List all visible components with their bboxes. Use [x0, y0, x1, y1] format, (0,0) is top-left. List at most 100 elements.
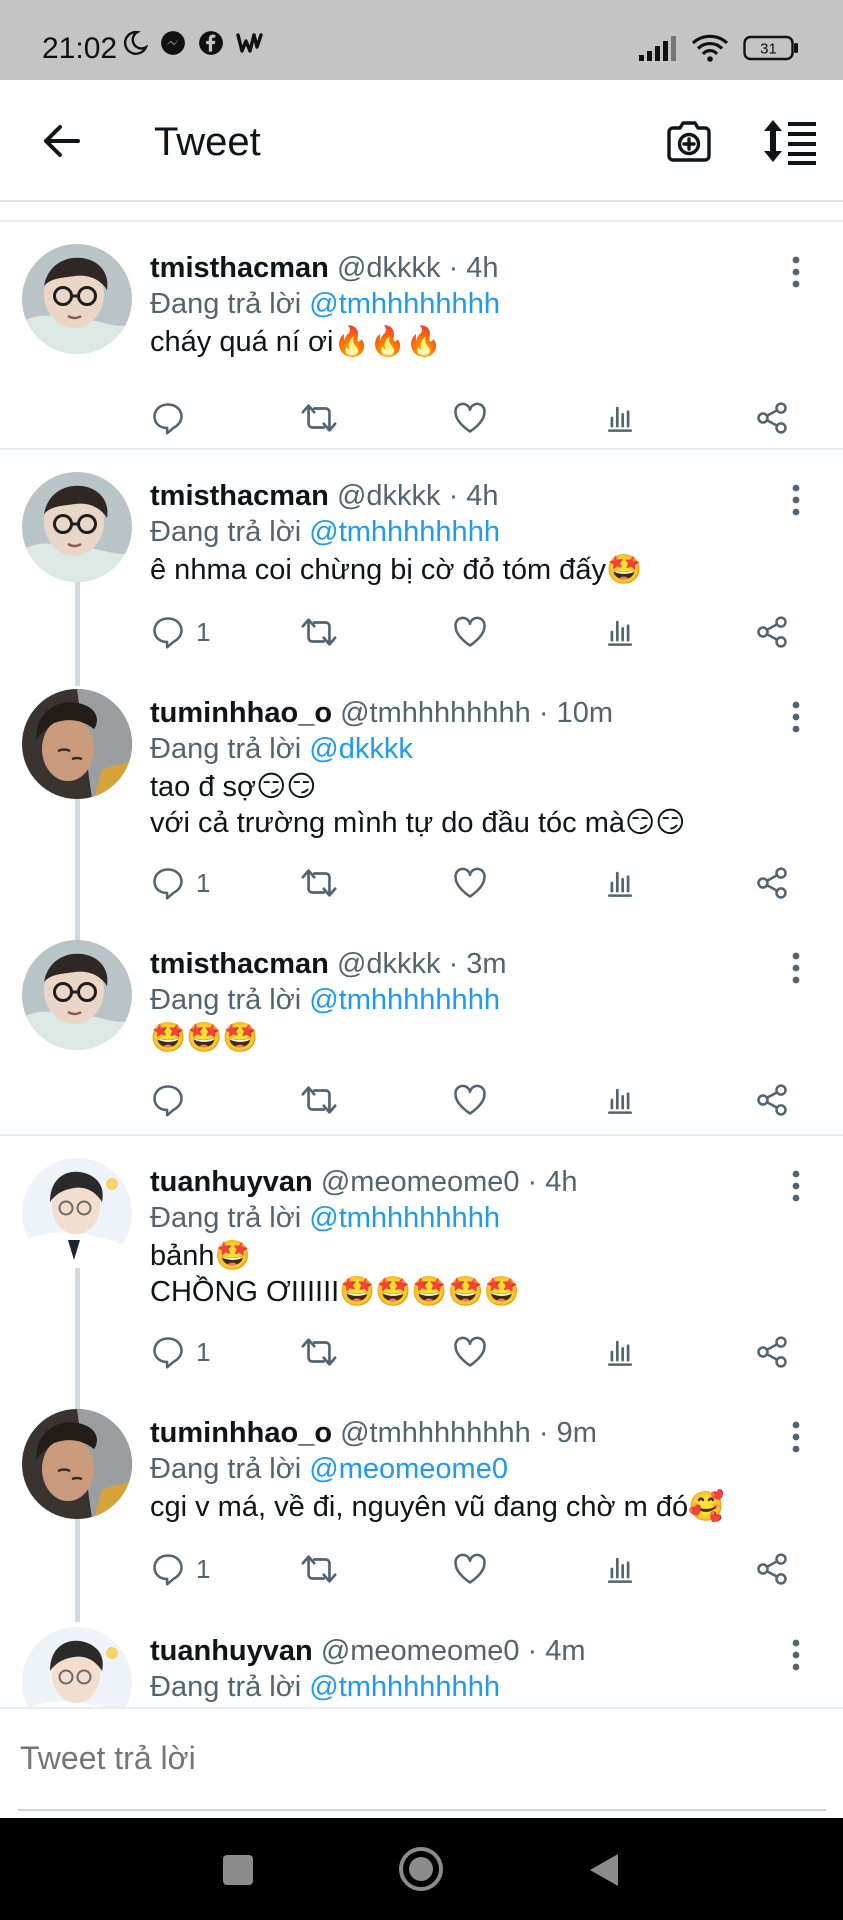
author-name[interactable]: tuminhhao_o	[150, 697, 332, 729]
reply-button[interactable]: 1	[150, 1332, 210, 1372]
like-button[interactable]	[452, 612, 488, 652]
reply-button[interactable]	[150, 1080, 196, 1120]
analytics-button[interactable]	[602, 863, 638, 903]
heart-icon	[452, 1082, 488, 1118]
tweet-header: tuanhuyvan @meomeome0 · 4m	[150, 1635, 586, 1668]
tweet-item[interactable]: tmisthacman @dkkkk · 3m Đang trả lời @tm…	[0, 918, 843, 1136]
more-options-icon[interactable]	[784, 1168, 808, 1204]
tweet-text: cgi v má, về đi, nguyên vũ đang chờ m đó…	[150, 1491, 725, 1523]
mention-link[interactable]: @tmhhhhhhhh	[309, 516, 500, 548]
sort-replies-icon[interactable]	[762, 116, 818, 166]
mention-link[interactable]: @tmhhhhhhhh	[309, 288, 500, 320]
author-handle-time: @tmhhhhhhhh · 9m	[340, 1417, 597, 1449]
retweet-icon	[300, 1081, 338, 1119]
recents-square-icon[interactable]	[222, 1854, 254, 1886]
share-button[interactable]	[754, 1332, 790, 1372]
mention-link[interactable]: @tmhhhhhhhh	[309, 1202, 500, 1234]
avatar[interactable]	[22, 244, 132, 354]
reply-button[interactable]: 1	[150, 1549, 210, 1589]
author-name[interactable]: tuanhuyvan	[150, 1635, 313, 1667]
tweet-thread: tmisthacman @dkkkk · 4h Đang trả lời @tm…	[0, 202, 843, 1707]
more-options-icon[interactable]	[784, 1637, 808, 1673]
like-button[interactable]	[452, 863, 488, 903]
more-options-icon[interactable]	[784, 254, 808, 290]
mention-link[interactable]: @tmhhhhhhhh	[309, 1671, 500, 1703]
reply-count: 1	[196, 1336, 211, 1367]
mention-link[interactable]: @meomeome0	[309, 1453, 508, 1485]
retweet-button[interactable]	[300, 863, 338, 903]
tweet-header: tmisthacman @dkkkk · 3m	[150, 948, 507, 981]
replying-to-label: Đang trả lời	[150, 984, 302, 1016]
tweet-item[interactable]: tmisthacman @dkkkk · 4h Đang trả lời @tm…	[0, 450, 843, 667]
author-handle-time: @dkkkk · 3m	[336, 948, 507, 980]
share-button[interactable]	[754, 398, 790, 438]
tweet-actions: 1	[150, 863, 800, 903]
replying-to-label: Đang trả lời	[150, 733, 302, 765]
share-icon	[754, 400, 790, 436]
author-name[interactable]: tmisthacman	[150, 948, 329, 980]
tweet-actions: 1	[150, 612, 800, 652]
share-icon	[754, 1082, 790, 1118]
more-options-icon[interactable]	[784, 699, 808, 735]
avatar[interactable]	[22, 1158, 132, 1268]
tweet-actions	[150, 1080, 800, 1120]
more-options-icon[interactable]	[784, 950, 808, 986]
reply-input[interactable]	[18, 1739, 802, 1778]
avatar[interactable]	[22, 1627, 132, 1707]
retweet-button[interactable]	[300, 398, 338, 438]
share-button[interactable]	[754, 1549, 790, 1589]
like-button[interactable]	[452, 1332, 488, 1372]
author-handle-time: @tmhhhhhhhh · 10m	[340, 697, 613, 729]
reply-button[interactable]: 1	[150, 612, 210, 652]
tweet-item[interactable]: tuminhhao_o @tmhhhhhhhh · 10m Đang trả l…	[0, 667, 843, 918]
retweet-icon	[300, 864, 338, 902]
avatar[interactable]	[22, 1409, 132, 1519]
tweet-text: cháy quá ní ơi🔥🔥🔥	[150, 326, 442, 358]
avatar[interactable]	[22, 940, 132, 1050]
share-button[interactable]	[754, 612, 790, 652]
analytics-button[interactable]	[602, 1080, 638, 1120]
author-name[interactable]: tuanhuyvan	[150, 1166, 313, 1198]
author-name[interactable]: tmisthacman	[150, 480, 329, 512]
tweet-header: tmisthacman @dkkkk · 4h	[150, 480, 499, 513]
replying-to-label: Đang trả lời	[150, 288, 302, 320]
tweet-actions: 1	[150, 1332, 800, 1372]
more-options-icon[interactable]	[784, 1419, 808, 1455]
reply-icon	[150, 614, 186, 650]
analytics-button[interactable]	[602, 1332, 638, 1372]
retweet-button[interactable]	[300, 612, 338, 652]
tweet-item[interactable]: tuanhuyvan @meomeome0 · 4m Đang trả lời …	[0, 1605, 843, 1707]
avatar[interactable]	[22, 472, 132, 582]
retweet-button[interactable]	[300, 1332, 338, 1372]
replying-to: Đang trả lời @tmhhhhhhhh	[150, 1671, 500, 1704]
reply-button[interactable]	[150, 398, 196, 438]
author-name[interactable]: tuminhhao_o	[150, 1417, 332, 1449]
analytics-button[interactable]	[602, 1549, 638, 1589]
author-name[interactable]: tmisthacman	[150, 252, 329, 284]
analytics-button[interactable]	[602, 398, 638, 438]
analytics-button[interactable]	[602, 612, 638, 652]
share-button[interactable]	[754, 863, 790, 903]
mention-link[interactable]: @tmhhhhhhhh	[309, 984, 500, 1016]
avatar[interactable]	[22, 689, 132, 799]
battery-level: 31	[760, 41, 777, 58]
tweet-header: tuanhuyvan @meomeome0 · 4h	[150, 1166, 578, 1199]
like-button[interactable]	[452, 1549, 488, 1589]
share-button[interactable]	[754, 1080, 790, 1120]
back-arrow-icon[interactable]	[36, 116, 86, 166]
tweet-item[interactable]: tuanhuyvan @meomeome0 · 4h Đang trả lời …	[0, 1136, 843, 1386]
reply-button[interactable]: 1	[150, 863, 210, 903]
like-button[interactable]	[452, 1080, 488, 1120]
retweet-icon	[300, 1333, 338, 1371]
add-photo-camera-icon[interactable]	[664, 116, 714, 166]
back-triangle-icon[interactable]	[588, 1852, 620, 1888]
retweet-button[interactable]	[300, 1080, 338, 1120]
more-options-icon[interactable]	[784, 482, 808, 518]
facebook-icon	[199, 31, 223, 55]
tweet-item[interactable]: tuminhhao_o @tmhhhhhhhh · 9m Đang trả lờ…	[0, 1387, 843, 1604]
tweet-item[interactable]: tmisthacman @dkkkk · 4h Đang trả lời @tm…	[0, 222, 843, 450]
retweet-button[interactable]	[300, 1549, 338, 1589]
like-button[interactable]	[452, 398, 488, 438]
home-circle-icon[interactable]	[398, 1846, 444, 1892]
mention-link[interactable]: @dkkkk	[309, 733, 413, 765]
